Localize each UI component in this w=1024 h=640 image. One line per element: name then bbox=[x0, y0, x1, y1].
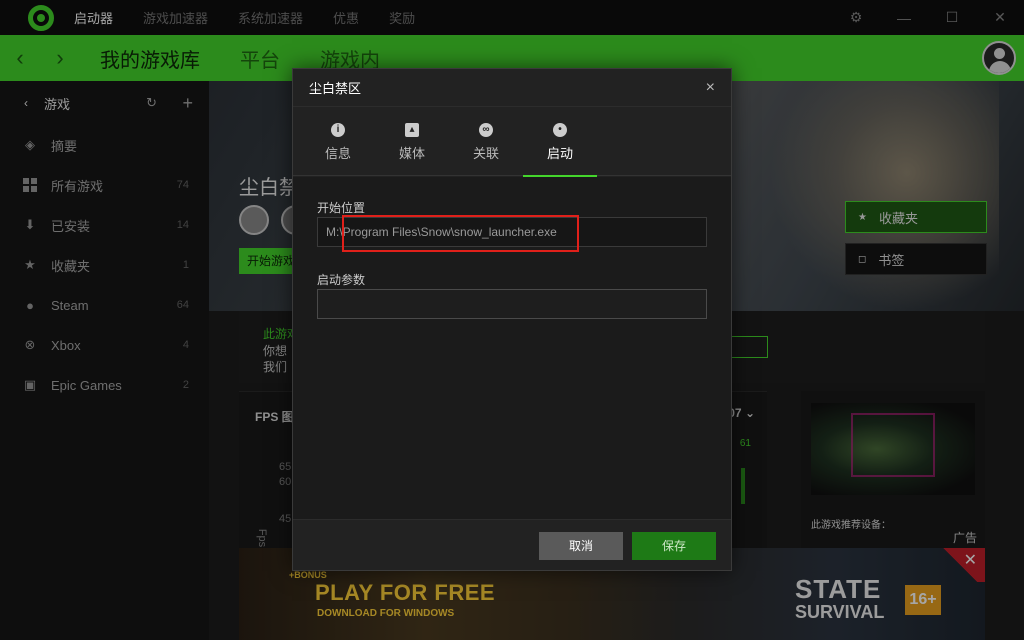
dialog-title: 尘白禁区 bbox=[309, 81, 362, 96]
highlight-annotation-box bbox=[342, 215, 579, 252]
dialog-header: 尘白禁区 × bbox=[293, 69, 731, 107]
tab-media[interactable]: ▴ 媒体 bbox=[375, 108, 449, 176]
location-icon: • bbox=[553, 122, 567, 137]
info-icon: i bbox=[331, 122, 345, 137]
dialog-close-icon[interactable]: × bbox=[706, 79, 715, 97]
launch-params-label: 启动参数 bbox=[317, 273, 366, 287]
dialog-tabs: i 信息 ▴ 媒体 ∞ 关联 • 启动 bbox=[293, 108, 731, 177]
tab-label: 媒体 bbox=[398, 145, 425, 161]
image-icon: ▴ bbox=[405, 122, 419, 137]
start-location-label: 开始位置 bbox=[317, 201, 366, 215]
tab-launch[interactable]: • 启动 bbox=[523, 108, 597, 177]
cancel-button[interactable]: 取消 bbox=[539, 532, 623, 560]
tab-label: 关联 bbox=[472, 145, 499, 161]
game-settings-dialog: 尘白禁区 × i 信息 ▴ 媒体 ∞ 关联 • 启动 开始位置 M:\Progr… bbox=[292, 68, 732, 571]
link-icon: ∞ bbox=[479, 122, 493, 137]
save-button[interactable]: 保存 bbox=[632, 532, 716, 560]
tab-info[interactable]: i 信息 bbox=[301, 108, 375, 176]
tab-label: 信息 bbox=[324, 145, 351, 161]
dialog-footer: 取消 保存 bbox=[293, 519, 731, 570]
tab-links[interactable]: ∞ 关联 bbox=[449, 108, 523, 176]
launch-params-field[interactable] bbox=[317, 289, 707, 319]
tab-label: 启动 bbox=[546, 145, 573, 161]
